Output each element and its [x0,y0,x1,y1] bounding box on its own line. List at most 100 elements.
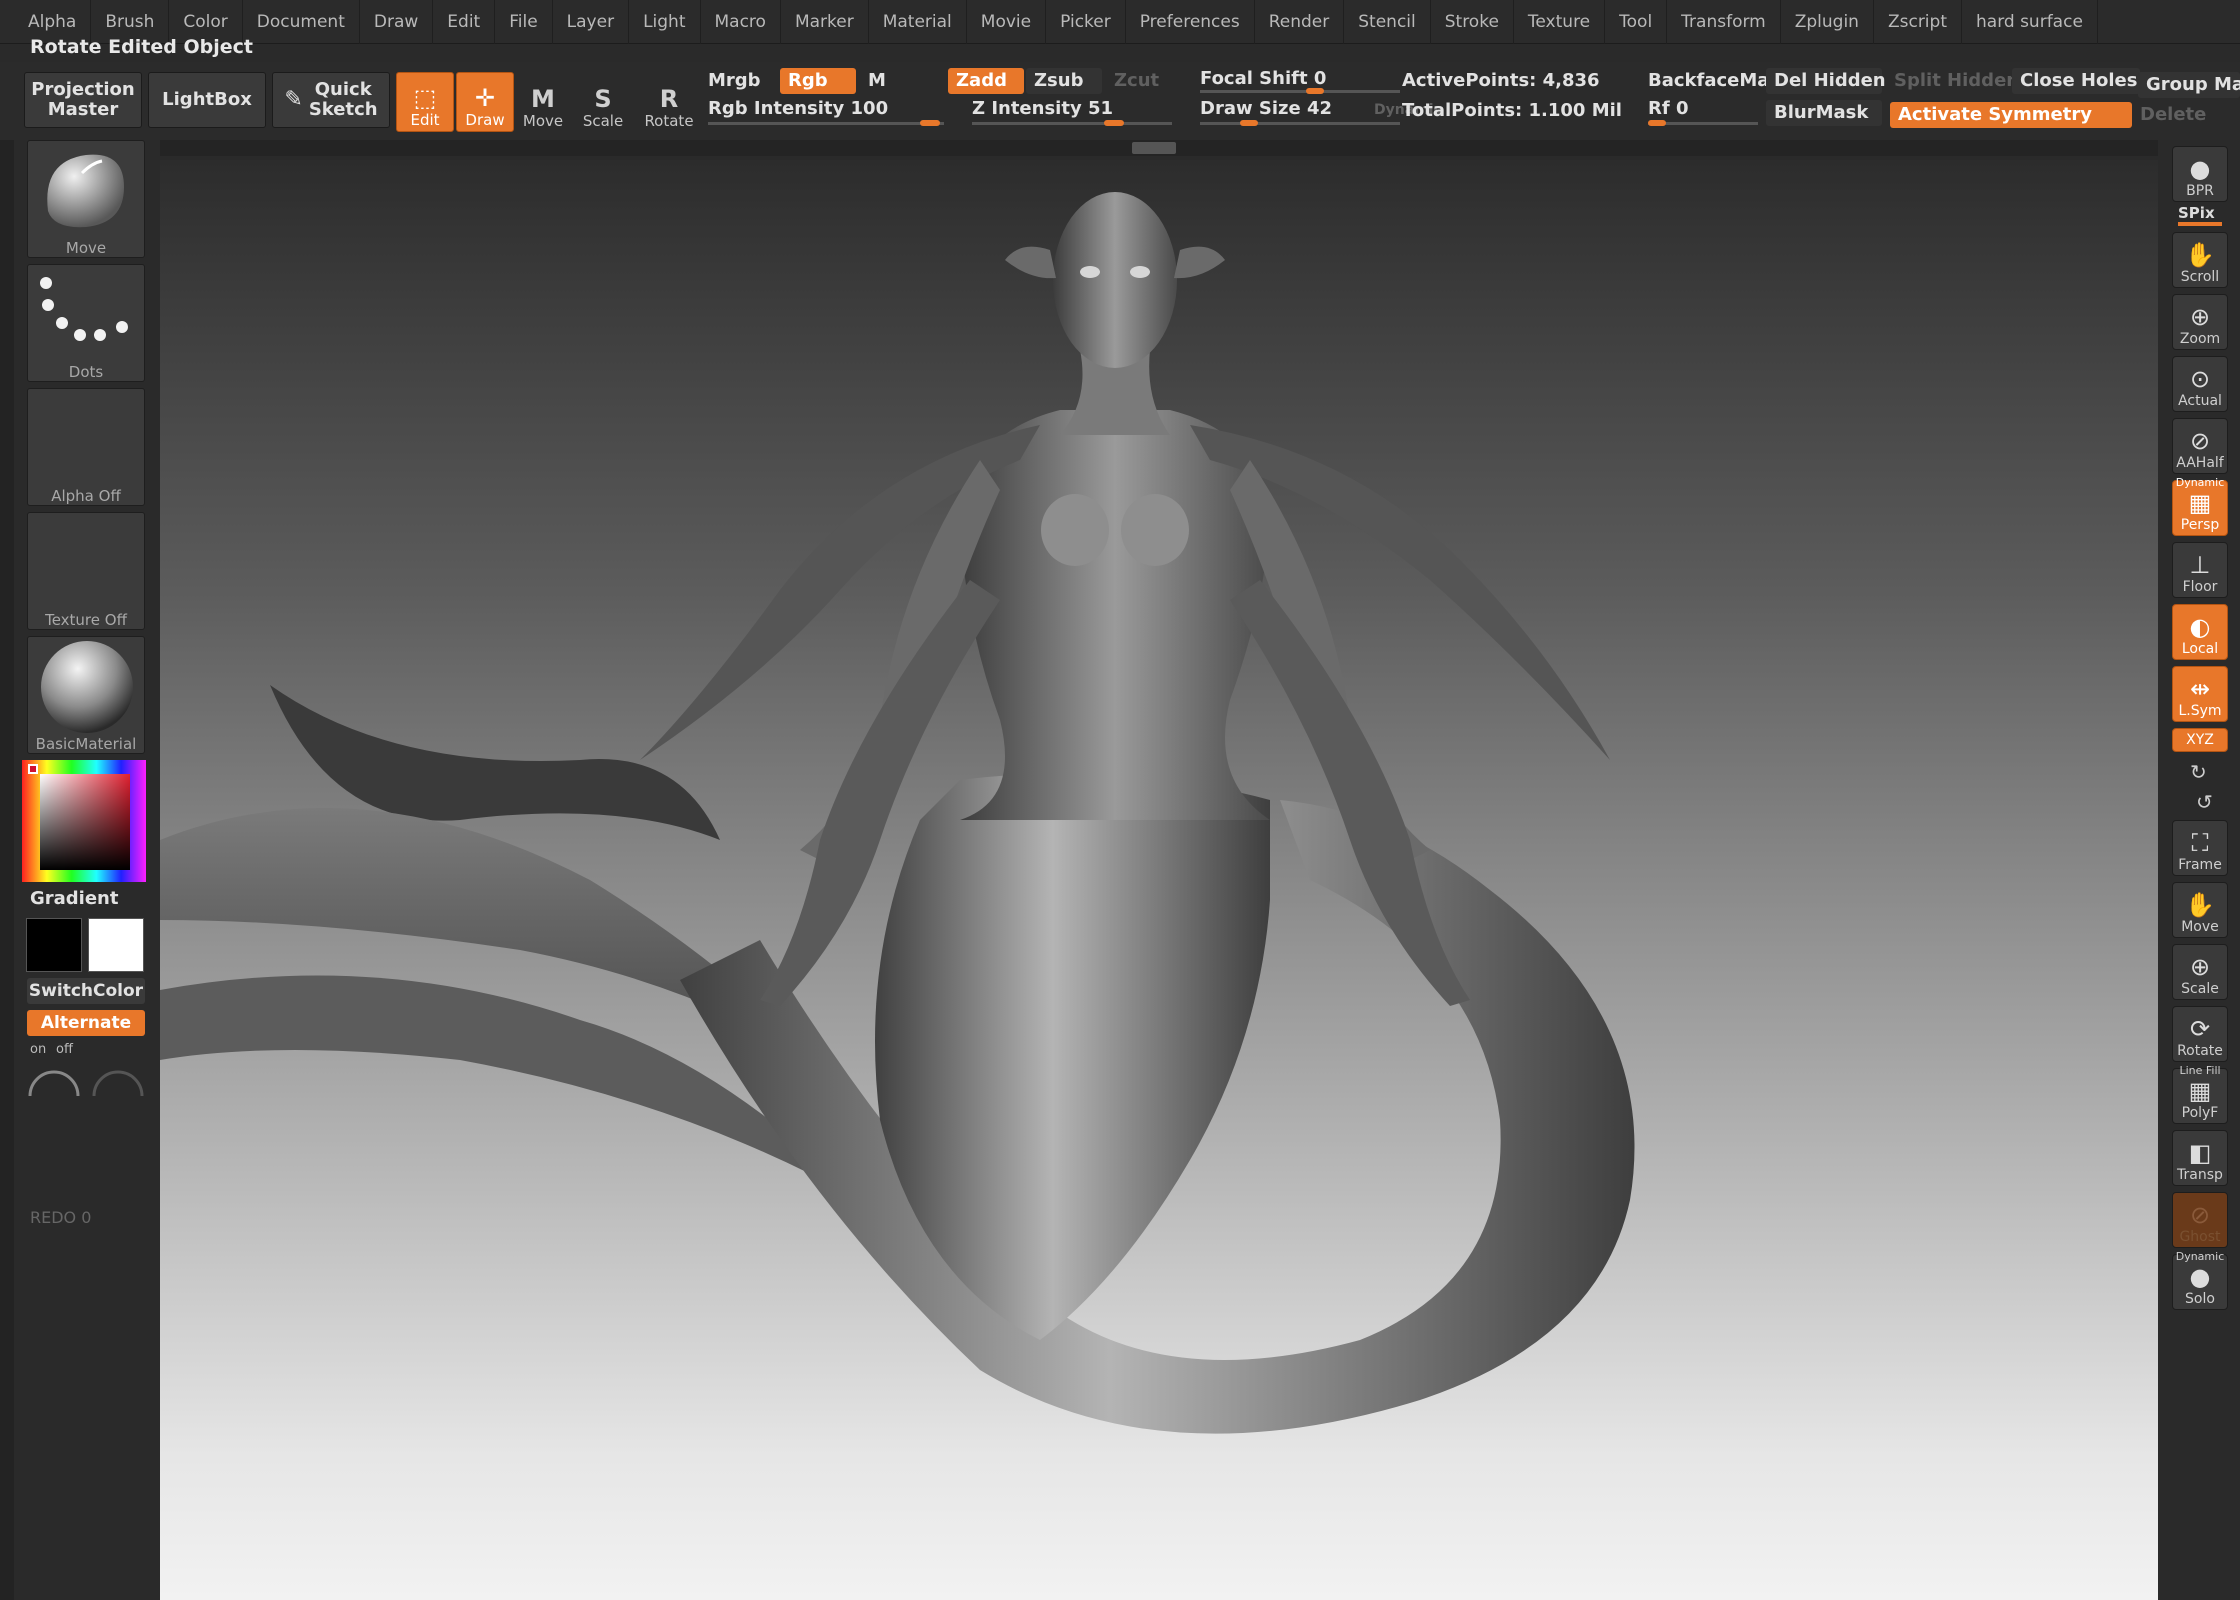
move-button[interactable]: M Move [514,72,572,132]
close-holes-button[interactable]: Close Holes [2012,68,2140,94]
zsub-toggle[interactable]: Zsub [1026,68,1102,94]
menu-item-macro[interactable]: Macro [701,0,781,44]
menu-item-movie[interactable]: Movie [967,0,1047,44]
alpha-selector[interactable]: Alpha Off [27,388,145,506]
color-picker-marker[interactable] [28,764,38,774]
m-toggle[interactable]: M [868,70,886,91]
texture-selector[interactable]: Texture Off [27,512,145,630]
move-view-button[interactable]: ✋ Move [2172,882,2228,938]
canvas-scroll-strip[interactable] [160,140,2158,156]
menu-item-zplugin[interactable]: Zplugin [1781,0,1874,44]
secondary-color-swatch[interactable] [88,918,144,972]
zcut-toggle[interactable]: Zcut [1114,70,1159,91]
menu-item-material[interactable]: Material [869,0,967,44]
rf-slider[interactable]: Rf 0 [1648,98,1688,119]
rgb-toggle[interactable]: Rgb [780,68,856,94]
menu-item-file[interactable]: File [495,0,553,44]
transp-button[interactable]: ◧ Transp [2172,1130,2228,1186]
draw-size-knob[interactable] [1240,120,1258,126]
menu-item-marker[interactable]: Marker [781,0,869,44]
rgb-intensity-track [708,122,944,125]
menu-item-tool[interactable]: Tool [1605,0,1668,44]
blurmask-button[interactable]: BlurMask [1766,100,1882,126]
rf-knob[interactable] [1648,120,1666,126]
sculpt-model[interactable] [160,160,2158,1600]
ghost-button[interactable]: ⊘ Ghost [2172,1192,2228,1248]
aahalf-button[interactable]: ⊘ AAHalf [2172,418,2228,474]
menu-item-texture[interactable]: Texture [1514,0,1606,44]
backface-mask-toggle[interactable]: BackfaceMa: [1648,70,1777,91]
quick-sketch-button[interactable]: ✎ Quick Sketch [272,72,390,128]
menu-item-layer[interactable]: Layer [553,0,630,44]
mrgb-toggle[interactable]: Mrgb [708,70,761,91]
scale-view-label: Scale [2181,981,2219,997]
lightbox-button[interactable]: LightBox [148,72,266,128]
menu-item-light[interactable]: Light [629,0,701,44]
polyf-button[interactable]: Line Fill ▦ PolyF [2172,1064,2228,1124]
persp-button[interactable]: Dynamic ▦ Persp [2172,476,2228,536]
menu-item-draw[interactable]: Draw [360,0,434,44]
zadd-toggle[interactable]: Zadd [948,68,1024,94]
menu-item-preferences[interactable]: Preferences [1126,0,1255,44]
rgb-intensity-slider[interactable]: Rgb Intensity 100 [708,98,888,119]
menu-item-zscript[interactable]: Zscript [1874,0,1962,44]
activate-symmetry-button[interactable]: Activate Symmetry [1890,102,2132,128]
local-button[interactable]: ◐ Local [2172,604,2228,660]
alternate-button[interactable]: Alternate [27,1010,145,1036]
primary-color-swatch[interactable] [26,918,82,972]
brush-selector[interactable]: Move [27,140,145,258]
rotate-button[interactable]: R Rotate [640,72,698,132]
brush-dials[interactable] [26,1060,146,1100]
canvas-scroll-thumb[interactable] [1132,142,1176,154]
color-picker[interactable] [22,760,146,882]
zoom-button[interactable]: ⊕ Zoom [2172,294,2228,350]
scale-view-button[interactable]: ⊕ Scale [2172,944,2228,1000]
actual-button[interactable]: ⊙ Actual [2172,356,2228,412]
magnifier-icon: ⊙ [2189,365,2211,393]
frame-button[interactable]: ⛶ Frame [2172,820,2228,876]
rotate-view-button[interactable]: ⟳ Rotate [2172,1006,2228,1062]
menu-item-hard-surface[interactable]: hard surface [1962,0,2098,44]
switch-color-button[interactable]: SwitchColor [27,978,145,1004]
floor-button[interactable]: ⊥ Floor [2172,542,2228,598]
lsym-button[interactable]: ⇹ L.Sym [2172,666,2228,722]
color-picker-field[interactable] [40,774,130,870]
material-selector[interactable]: BasicMaterial [27,636,145,754]
draw-size-slider[interactable]: Draw Size 42 [1200,98,1332,119]
alpha-label: Alpha Off [51,487,121,505]
scale-button[interactable]: S Scale [574,72,632,132]
focal-shift-knob[interactable] [1306,88,1324,94]
edit-button[interactable]: ⬚ Edit [396,72,454,132]
menu-item-stroke[interactable]: Stroke [1431,0,1514,44]
rotate-z-icon[interactable]: ↺ [2196,790,2213,814]
menu-item-render[interactable]: Render [1255,0,1345,44]
projection-master-button[interactable]: Projection Master [24,72,142,128]
stroke-selector[interactable]: Dots [27,264,145,382]
split-hidden-button[interactable]: Split Hidden [1894,70,2019,91]
del-hidden-button[interactable]: Del Hidden [1766,68,1886,94]
left-tray-handle[interactable] [0,140,14,1600]
document-canvas[interactable] [160,160,2158,1600]
bpr-button[interactable]: ● BPR [2172,146,2228,202]
menu-item-transform[interactable]: Transform [1667,0,1781,44]
lsym-label: L.Sym [2178,703,2222,719]
focal-shift-slider[interactable]: Focal Shift 0 [1200,68,1326,89]
scroll-button[interactable]: ✋ Scroll [2172,232,2228,288]
group-masked-button[interactable]: Group Ma [2138,72,2240,98]
rotate-y-icon[interactable]: ↻ [2190,760,2207,784]
draw-button[interactable]: ✛ Draw [456,72,514,132]
menu-item-picker[interactable]: Picker [1046,0,1126,44]
spix-knob[interactable] [2178,222,2222,226]
z-intensity-knob[interactable] [1104,120,1124,126]
z-intensity-slider[interactable]: Z Intensity 51 [972,98,1113,119]
delete-button[interactable]: Delete [2140,104,2206,125]
spix-slider[interactable]: SPix [2178,204,2215,222]
menu-item-edit[interactable]: Edit [433,0,496,44]
solo-button[interactable]: Dynamic ● Solo [2172,1250,2228,1310]
focal-shift-track [1200,90,1400,93]
ghost-label: Ghost [2179,1229,2221,1245]
rgb-intensity-knob[interactable] [920,120,940,126]
menu-item-document[interactable]: Document [243,0,360,44]
menu-item-stencil[interactable]: Stencil [1344,0,1431,44]
xyz-button[interactable]: XYZ [2172,728,2228,752]
